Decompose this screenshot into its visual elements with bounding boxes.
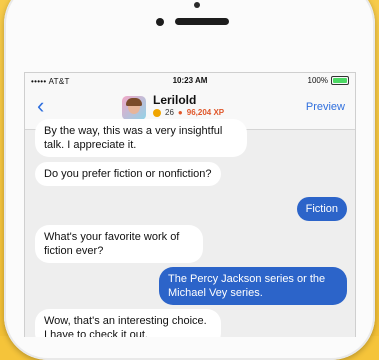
bot-message: What's your favorite work of fiction eve… — [35, 225, 203, 263]
status-bar: ••••• AT&T 10:23 AM 100% — [25, 73, 355, 89]
speaker-grille — [175, 18, 229, 25]
bot-message: Wow, that's an interesting choice. I hav… — [35, 309, 221, 337]
xp-value: 96,204 XP — [186, 108, 225, 117]
battery-status: 100% — [308, 76, 349, 85]
app-screen: ••••• AT&T 10:23 AM 100% ‹ Lerilold 26 ●… — [24, 72, 356, 337]
camera-icon — [194, 2, 200, 8]
flame-icon: ● — [177, 108, 183, 117]
battery-icon — [331, 76, 349, 85]
bot-name: Lerilold — [153, 93, 197, 107]
bot-message: By the way, this was a very insightful t… — [35, 119, 247, 157]
back-chevron-icon[interactable]: ‹ — [37, 95, 44, 117]
bot-stats: 26 ● 96,204 XP — [153, 108, 224, 117]
bot-message: Do you prefer fiction or nonfiction? — [35, 162, 221, 186]
level-value: 26 — [165, 108, 174, 117]
bot-avatar[interactable] — [122, 96, 146, 120]
medal-icon — [153, 108, 161, 117]
preview-button[interactable]: Preview — [306, 101, 345, 113]
sensor-icon — [156, 18, 164, 26]
user-message: Fiction — [296, 197, 347, 221]
clock: 10:23 AM — [172, 76, 208, 85]
user-message: The Percy Jackson series or the Michael … — [159, 267, 347, 305]
battery-percent: 100% — [307, 76, 328, 85]
